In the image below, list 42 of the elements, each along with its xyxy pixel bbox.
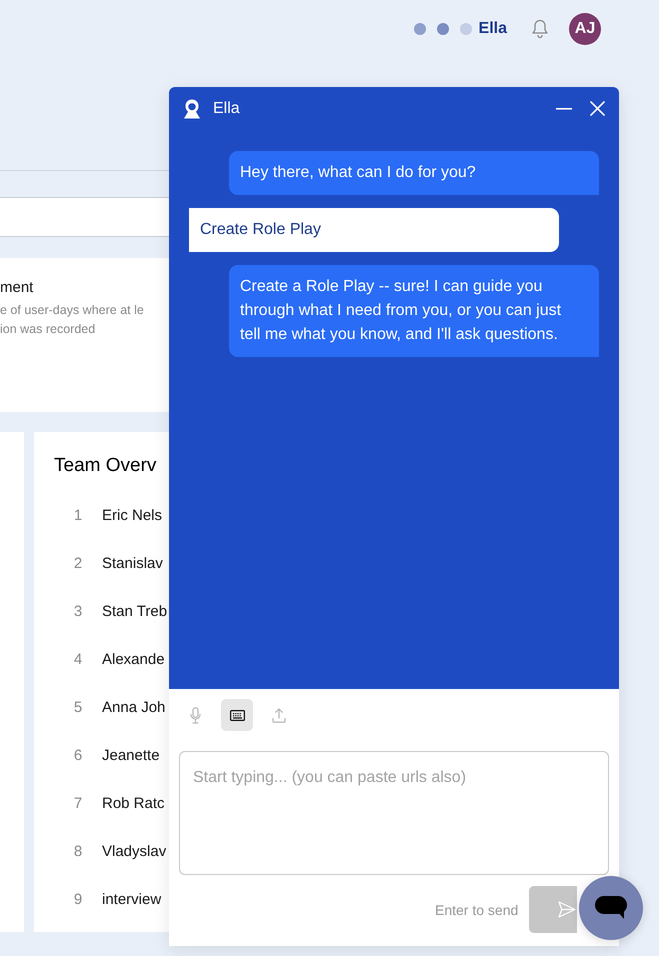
microphone-icon xyxy=(190,706,200,724)
member-name: Vladyslav xyxy=(102,842,166,862)
rank-number: 7 xyxy=(72,794,84,814)
member-name: Rob Ratc xyxy=(102,794,165,814)
notifications-button[interactable] xyxy=(531,19,549,39)
minimize-icon xyxy=(556,108,572,110)
member-name: Jeanette xyxy=(102,746,160,766)
rank-number: 1 xyxy=(72,506,84,526)
chat-message: Create Role Play xyxy=(189,208,559,252)
chat-title: Ella xyxy=(213,98,240,118)
rank-number: 6 xyxy=(72,746,84,766)
metric-title: ment xyxy=(0,278,34,298)
paper-plane-icon xyxy=(558,901,576,918)
chat-message: Create a Role Play -- sure! I can guide you through what I need from you, or you can just tell me what you know, and I'll ask questions. xyxy=(229,265,599,357)
send-hint: Enter to send xyxy=(435,900,518,918)
bell-icon xyxy=(531,19,549,39)
close-icon xyxy=(590,101,605,116)
rank-number: 8 xyxy=(72,842,84,862)
member-name: interview xyxy=(102,890,162,910)
member-name: Stanislav xyxy=(102,554,163,574)
rank-number: 2 xyxy=(72,554,84,574)
member-name: Eric Nels xyxy=(102,506,162,526)
user-avatar[interactable]: AJ xyxy=(569,13,601,45)
keyboard-icon xyxy=(230,710,244,720)
text-field[interactable] xyxy=(0,197,169,237)
rank-number: 5 xyxy=(72,698,84,718)
assistant-logo-icon xyxy=(182,98,202,120)
message-input[interactable]: Start typing... (you can paste urls also) xyxy=(179,751,609,875)
team-overview-title: Team Overv xyxy=(54,454,158,478)
keyboard-button[interactable] xyxy=(221,699,253,731)
chat-message: Hey there, what can I do for you? xyxy=(229,151,599,195)
metric-description: e of user-days where at le ion was recorded xyxy=(0,302,145,338)
speech-bubble-icon xyxy=(595,896,627,920)
member-name: Alexande xyxy=(102,650,165,670)
rank-number: 4 xyxy=(72,650,84,670)
rank-number: 9 xyxy=(72,890,84,910)
member-name: Stan Treb xyxy=(102,602,168,622)
assistant-name: Ella xyxy=(478,19,507,39)
upload-icon xyxy=(272,708,286,722)
rank-number: 3 xyxy=(72,602,84,622)
close-button[interactable] xyxy=(590,101,605,116)
member-name: Anna Joh xyxy=(102,698,166,718)
